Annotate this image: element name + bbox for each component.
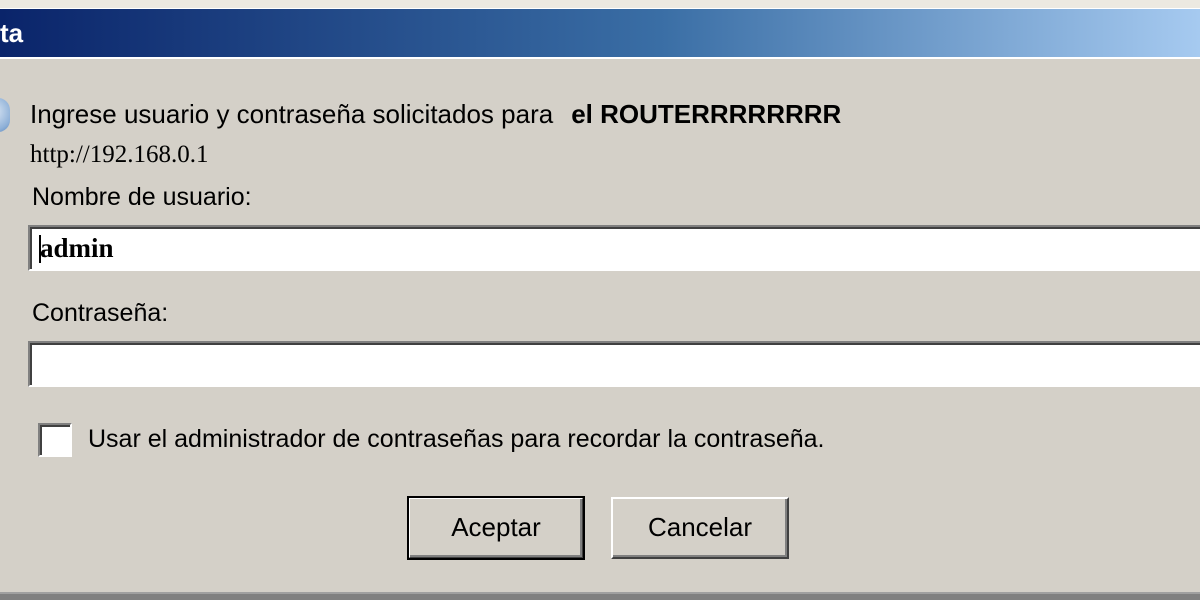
remember-password-label[interactable]: Usar el administrador de contraseñas par…	[88, 425, 825, 454]
remember-password-checkbox[interactable]	[38, 423, 72, 457]
password-label: Contraseña:	[32, 299, 169, 327]
username-label: Nombre de usuario:	[32, 183, 252, 211]
username-input[interactable]: admin	[28, 225, 1200, 271]
cancel-button[interactable]: Cancelar	[611, 497, 789, 559]
prompt-text: Ingrese usuario y contraseña solicitados…	[30, 99, 554, 129]
title-bar[interactable]: ta	[0, 8, 1200, 59]
site-url: http://192.168.0.1	[30, 141, 209, 168]
auth-dialog: ta Ingrese usuario y contraseña solicita…	[0, 0, 1200, 600]
username-value: admin	[40, 233, 114, 263]
accept-button[interactable]: Aceptar	[407, 496, 585, 560]
window-title: ta	[0, 18, 24, 48]
window-bottom-edge	[0, 592, 1200, 600]
auth-prompt: Ingrese usuario y contraseña solicitados…	[30, 99, 841, 130]
realm-name: el ROUTERRRRRRRR	[571, 99, 842, 129]
info-icon	[0, 98, 10, 132]
password-input[interactable]	[28, 341, 1200, 387]
